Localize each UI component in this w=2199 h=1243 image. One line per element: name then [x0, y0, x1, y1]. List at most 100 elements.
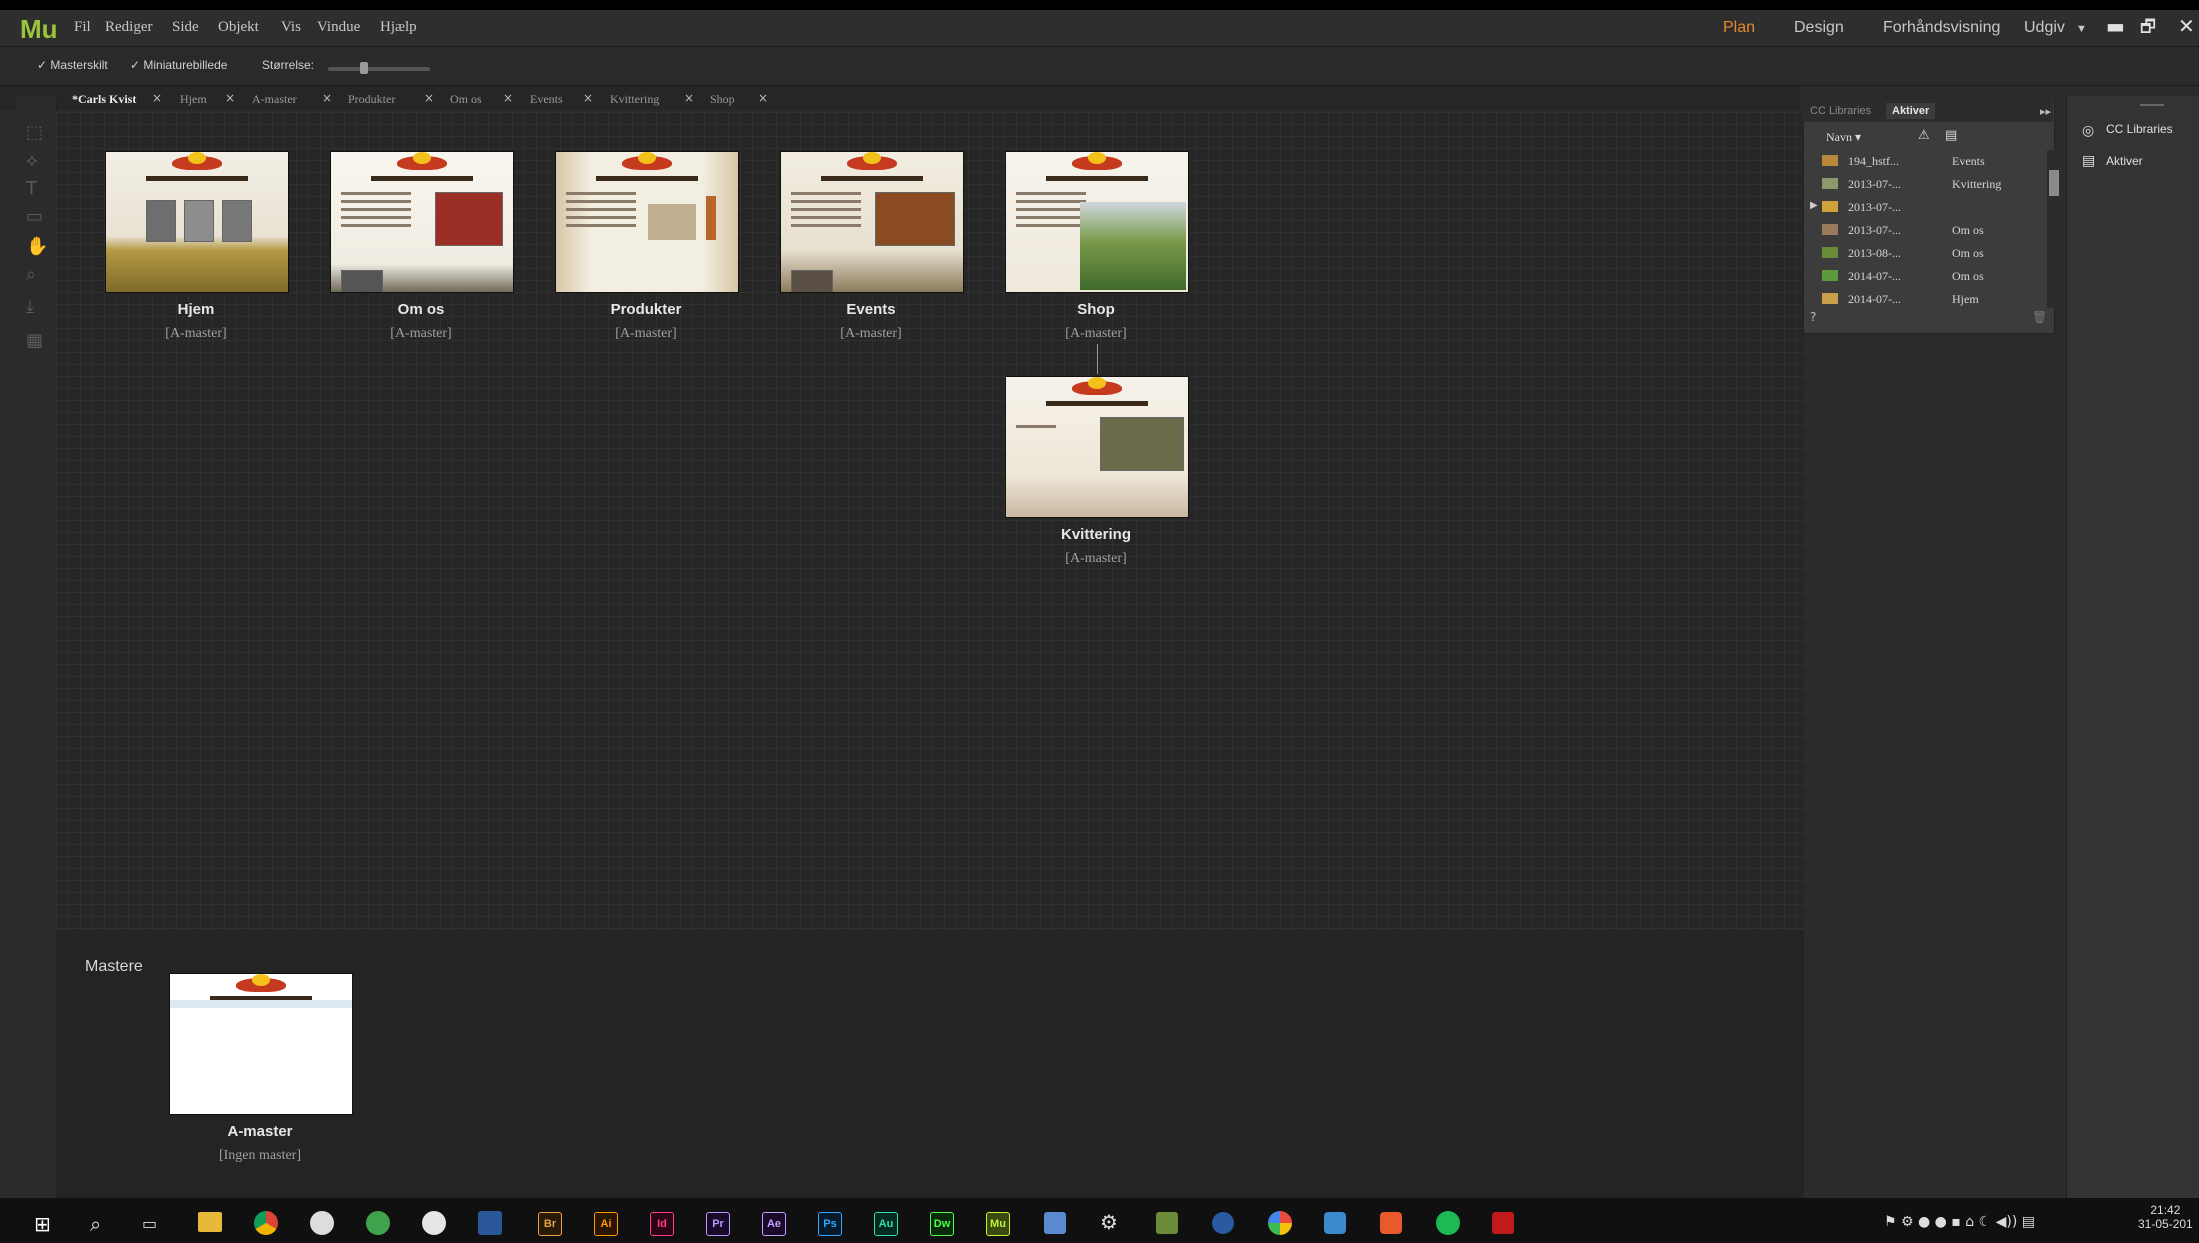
clock[interactable]: 21:42 31-05-201	[2138, 1203, 2193, 1231]
expand-icon[interactable]: ▶	[1810, 200, 1818, 211]
page-card-om-os[interactable]: Om os [A-master]	[330, 151, 514, 342]
tab-shop[interactable]: Shop	[710, 92, 735, 107]
asset-row[interactable]: 2013-08-... Om os	[1808, 242, 2048, 264]
search-icon[interactable]: ⌕	[90, 1212, 101, 1236]
asset-row[interactable]: 2013-07-... Om os	[1808, 219, 2048, 241]
app-icon[interactable]	[1044, 1212, 1066, 1234]
tab-close-icon[interactable]: ×	[503, 91, 513, 105]
tab-cc-libraries[interactable]: CC Libraries	[1810, 105, 1871, 117]
page-thumbnail[interactable]	[330, 151, 514, 293]
menu-side[interactable]: Side	[172, 19, 199, 36]
bridge-icon[interactable]: Br	[538, 1212, 562, 1236]
tab-hjem[interactable]: Hjem	[180, 92, 207, 107]
muse-icon[interactable]: Mu	[986, 1212, 1010, 1236]
acrobat-icon[interactable]	[1492, 1212, 1514, 1234]
app-icon[interactable]	[1324, 1212, 1346, 1234]
tab-events[interactable]: Events	[530, 92, 563, 107]
app-icon[interactable]	[1380, 1212, 1402, 1234]
masterskilt-checkbox[interactable]: ✓ Masterskilt	[37, 58, 108, 72]
close-icon[interactable]: ✕	[2178, 14, 2195, 38]
chrome-icon[interactable]	[254, 1211, 278, 1235]
hand-tool-icon[interactable]: ✋	[26, 236, 48, 257]
utorrent-icon[interactable]	[366, 1211, 390, 1235]
warning-column-icon[interactable]: ⚠	[1918, 128, 1930, 143]
tab-close-icon[interactable]: ×	[152, 91, 162, 105]
page-card-kvittering[interactable]: Kvittering [A-master]	[1005, 376, 1189, 567]
page-thumbnail[interactable]	[555, 151, 739, 293]
sort-by-name-header[interactable]: Navn ▾	[1826, 130, 1861, 145]
page-card-hjem[interactable]: Hjem [A-master]	[105, 151, 289, 342]
minimize-icon[interactable]: ▬	[2106, 14, 2125, 38]
tab-close-icon[interactable]: ×	[758, 91, 768, 105]
size-slider[interactable]	[328, 67, 430, 71]
tab-kvittering[interactable]: Kvittering	[610, 92, 659, 107]
page-card-produkter[interactable]: Produkter [A-master]	[555, 151, 739, 342]
cc-libraries-icon[interactable]: ◎	[2082, 122, 2094, 139]
assets-icon[interactable]: ▤	[2082, 152, 2095, 169]
task-view-icon[interactable]: ▭	[142, 1214, 157, 1233]
asset-row[interactable]: 194_hstf... Events	[1808, 150, 2048, 172]
premiere-icon[interactable]: Pr	[706, 1212, 730, 1236]
size-slider-handle[interactable]	[360, 62, 368, 74]
page-card-events[interactable]: Events [A-master]	[780, 151, 964, 342]
spotify-icon[interactable]	[1436, 1211, 1460, 1235]
tab-close-icon[interactable]: ×	[322, 91, 332, 105]
dock-grip[interactable]	[2140, 104, 2164, 106]
master-thumbnail[interactable]	[169, 973, 353, 1115]
mode-publish[interactable]: Udgiv	[2024, 19, 2065, 37]
tab-om-os[interactable]: Om os	[450, 92, 482, 107]
tab-produkter[interactable]: Produkter	[348, 92, 395, 107]
app-icon[interactable]	[310, 1211, 334, 1235]
asset-row[interactable]: 2014-07-... Hjem	[1808, 288, 2048, 310]
page-card-shop[interactable]: Shop [A-master]	[1005, 151, 1189, 342]
indesign-icon[interactable]: Id	[650, 1212, 674, 1236]
master-card-a-master[interactable]: A-master [Ingen master]	[169, 973, 353, 1164]
tab-close-icon[interactable]: ×	[424, 91, 434, 105]
dock-cc-libraries[interactable]: CC Libraries	[2106, 122, 2173, 136]
tab-close-icon[interactable]: ×	[225, 91, 235, 105]
photoshop-icon[interactable]: Ps	[818, 1212, 842, 1236]
steam-icon[interactable]	[1212, 1212, 1234, 1234]
page-column-icon[interactable]: ▤	[1945, 128, 1957, 143]
dreamweaver-icon[interactable]: Dw	[930, 1212, 954, 1236]
windows-start-icon[interactable]: ⊞	[34, 1212, 51, 1236]
tab-aktiver[interactable]: Aktiver	[1886, 103, 1936, 119]
minecraft-icon[interactable]	[1156, 1212, 1178, 1234]
panel-menu-icon[interactable]: ▸▸	[2040, 105, 2051, 118]
file-explorer-icon[interactable]	[198, 1212, 222, 1232]
tab-a-master[interactable]: A-master	[252, 92, 297, 107]
tab-carls-kvist[interactable]: *Carls Kvist	[72, 92, 136, 107]
menu-vis[interactable]: Vis	[281, 19, 301, 36]
rectangle-tool-icon[interactable]: ▭	[26, 206, 43, 227]
after-effects-icon[interactable]: Ae	[762, 1212, 786, 1236]
mode-plan[interactable]: Plan	[1723, 19, 1755, 37]
text-tool-icon[interactable]: T	[26, 178, 37, 199]
menu-rediger[interactable]: Rediger	[105, 19, 152, 36]
asset-row[interactable]: ▶ 2013-07-...	[1808, 196, 2048, 218]
menu-fil[interactable]: Fil	[74, 19, 91, 36]
miniature-checkbox[interactable]: ✓ Miniaturebillede	[130, 58, 227, 72]
menu-vindue[interactable]: Vindue	[317, 19, 360, 36]
tray-icons[interactable]: ⚑ ⚙ ● ● ▪ ⌂ ☾ ◀)) ▤	[1884, 1214, 2035, 1230]
picasa-icon[interactable]	[1268, 1211, 1292, 1235]
restore-icon[interactable]: 🗗	[2140, 14, 2156, 43]
menu-objekt[interactable]: Objekt	[218, 19, 259, 36]
asset-row[interactable]: 2014-07-... Om os	[1808, 265, 2048, 287]
itunes-icon[interactable]	[422, 1211, 446, 1235]
page-thumbnail[interactable]	[1005, 376, 1189, 518]
help-icon[interactable]: ?	[1810, 310, 1816, 324]
dock-aktiver[interactable]: Aktiver	[2106, 154, 2143, 168]
page-thumbnail[interactable]	[780, 151, 964, 293]
illustrator-icon[interactable]: Ai	[594, 1212, 618, 1236]
crop-tool-icon[interactable]: ⟡	[26, 150, 38, 171]
tab-close-icon[interactable]: ×	[684, 91, 694, 105]
asset-row[interactable]: 2013-07-... Kvittering	[1808, 173, 2048, 195]
fill-tool-icon[interactable]: ⤓	[26, 296, 34, 317]
page-thumbnail[interactable]	[1005, 151, 1189, 293]
mode-preview[interactable]: Forhåndsvisning	[1883, 19, 2000, 37]
word-icon[interactable]	[478, 1211, 502, 1235]
color-swatch-icon[interactable]: ▦	[26, 330, 43, 351]
assets-scrollbar-thumb[interactable]	[2049, 170, 2059, 196]
mode-design[interactable]: Design	[1794, 19, 1844, 37]
menu-hjaelp[interactable]: Hjælp	[380, 19, 417, 36]
